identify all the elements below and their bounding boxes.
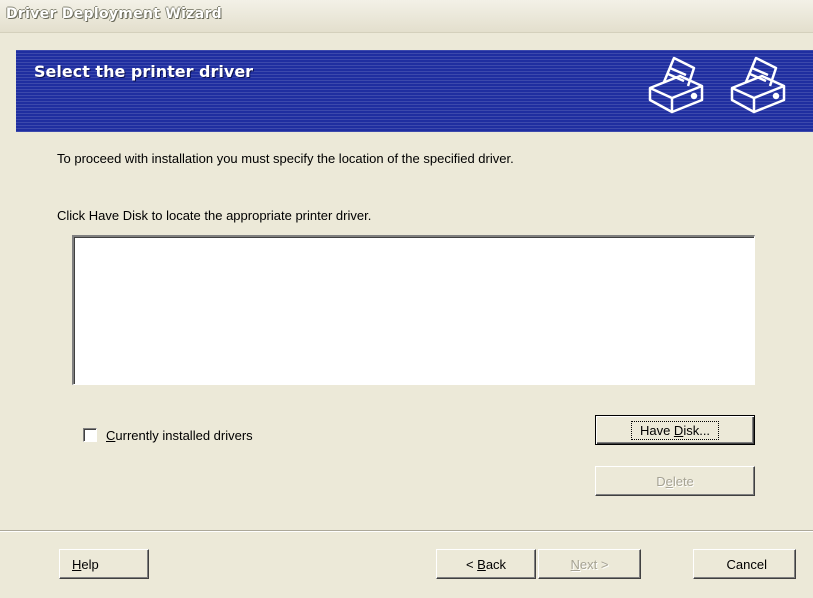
checkbox-label: Currently installed drivers (106, 427, 253, 443)
printer-icons (648, 56, 786, 114)
next-label: Next > (570, 556, 609, 572)
printer-icon (648, 56, 704, 114)
back-label: < Back (465, 556, 507, 572)
checkbox-box[interactable] (83, 428, 97, 442)
help-label: Help (72, 556, 99, 572)
back-button[interactable]: < Back (436, 549, 536, 579)
instruction-text: To proceed with installation you must sp… (57, 151, 514, 166)
page-heading: Select the printer driver (34, 62, 254, 81)
cancel-button[interactable]: Cancel (693, 549, 796, 579)
currently-installed-drivers-checkbox[interactable]: Currently installed drivers (83, 427, 253, 443)
prompt-text: Click Have Disk to locate the appropriat… (57, 208, 372, 223)
footer-separator (0, 530, 813, 532)
title-bar[interactable]: Driver Deployment Wizard (0, 0, 813, 33)
printer-icon (730, 56, 786, 114)
cancel-label: Cancel (726, 556, 767, 572)
window-title: Driver Deployment Wizard (6, 6, 222, 22)
delete-label: Delete (656, 473, 694, 489)
delete-button[interactable]: Delete (595, 466, 755, 496)
driver-list[interactable] (72, 235, 755, 385)
wizard-header-banner: Select the printer driver (16, 50, 813, 132)
next-button[interactable]: Next > (538, 549, 641, 579)
help-button[interactable]: Help (59, 549, 149, 579)
have-disk-label: Have Disk... (630, 420, 720, 440)
have-disk-button[interactable]: Have Disk... (595, 415, 755, 445)
